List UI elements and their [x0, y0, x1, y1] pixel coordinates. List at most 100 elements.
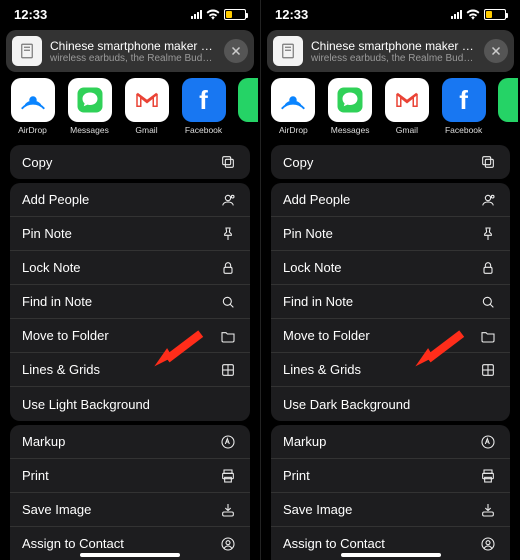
close-button[interactable] [484, 39, 508, 63]
whatsapp-icon [498, 78, 518, 122]
action-lines-grids[interactable]: Lines & Grids [271, 353, 510, 387]
action-lock-note[interactable]: Lock Note [271, 251, 510, 285]
action-label: Assign to Contact [283, 536, 385, 551]
action-pin-note[interactable]: Pin Note [271, 217, 510, 251]
action-markup[interactable]: Markup [10, 425, 250, 459]
action-label: Lock Note [22, 260, 81, 275]
share-target-whatsapp[interactable] [498, 78, 518, 135]
action-label: Lock Note [283, 260, 342, 275]
action-pin-note[interactable]: Pin Note [10, 217, 250, 251]
status-bar: 12:33 [0, 0, 260, 28]
folder-icon [218, 328, 238, 344]
grid-icon [478, 362, 498, 378]
share-target-facebook[interactable]: fFacebook [441, 78, 486, 135]
battery-icon [484, 9, 506, 20]
home-indicator[interactable] [341, 553, 441, 557]
share-target-label: Gmail [135, 125, 157, 135]
markup-icon [478, 434, 498, 450]
gmail-icon [385, 78, 429, 122]
wifi-icon [466, 9, 480, 20]
share-target-label: Gmail [396, 125, 418, 135]
share-targets-row: AirDrop Messages Gmail fFacebook [0, 78, 260, 141]
action-group-0: Copy [271, 145, 510, 179]
print-icon [218, 468, 238, 484]
action-copy[interactable]: Copy [10, 145, 250, 179]
share-target-label: AirDrop [279, 125, 308, 135]
action-label: Find in Note [283, 294, 353, 309]
action-label: Copy [283, 155, 313, 170]
share-target-whatsapp[interactable] [238, 78, 258, 135]
contact-icon [478, 536, 498, 552]
messages-icon [68, 78, 112, 122]
share-target-facebook[interactable]: fFacebook [181, 78, 226, 135]
share-title: Chinese smartphone maker Realme wi… [50, 39, 216, 53]
action-lines-grids[interactable]: Lines & Grids [10, 353, 250, 387]
actions-scroll[interactable]: Copy Add People Pin Note Lock Note Find in N… [261, 141, 520, 560]
action-label: Add People [22, 192, 89, 207]
share-header: Chinese smartphone maker Realme wi…wirel… [6, 30, 254, 72]
share-target-messages[interactable]: Messages [328, 78, 373, 135]
pin-icon [218, 226, 238, 242]
close-button[interactable] [224, 39, 248, 63]
contact-icon [218, 536, 238, 552]
action-lock-note[interactable]: Lock Note [10, 251, 250, 285]
lock-icon [478, 260, 498, 276]
people-icon [478, 192, 498, 208]
share-targets-row: AirDrop Messages Gmail fFacebook [261, 78, 520, 141]
action-label: Save Image [22, 502, 91, 517]
action-label: Move to Folder [283, 328, 370, 343]
gmail-icon [125, 78, 169, 122]
action-move-to-folder[interactable]: Move to Folder [10, 319, 250, 353]
action-find-in-note[interactable]: Find in Note [10, 285, 250, 319]
actions-scroll[interactable]: Copy Add People Pin Note Lock Note Find in N… [0, 141, 260, 560]
action-label: Pin Note [283, 226, 333, 241]
share-target-gmail[interactable]: Gmail [385, 78, 430, 135]
facebook-icon: f [442, 78, 486, 122]
action-label: Copy [22, 155, 52, 170]
action-add-people[interactable]: Add People [271, 183, 510, 217]
share-target-airdrop[interactable]: AirDrop [271, 78, 316, 135]
copy-icon [478, 154, 498, 170]
search-icon [218, 294, 238, 310]
home-indicator[interactable] [80, 553, 180, 557]
action-label: Print [283, 468, 310, 483]
action-label: Add People [283, 192, 350, 207]
people-icon [218, 192, 238, 208]
action-use-dark-background[interactable]: Use Dark Background [271, 387, 510, 421]
share-header: Chinese smartphone maker Realme wi…wirel… [267, 30, 514, 72]
action-add-people[interactable]: Add People [10, 183, 250, 217]
action-group-1: Add People Pin Note Lock Note Find in NoteM… [10, 183, 250, 421]
share-target-label: Facebook [185, 125, 222, 135]
share-target-label: AirDrop [18, 125, 47, 135]
airdrop-icon [271, 78, 315, 122]
action-move-to-folder[interactable]: Move to Folder [271, 319, 510, 353]
messages-icon [328, 78, 372, 122]
action-print[interactable]: Print [10, 459, 250, 493]
action-copy[interactable]: Copy [271, 145, 510, 179]
share-target-label: Messages [331, 125, 370, 135]
whatsapp-icon [238, 78, 258, 122]
action-group-2: MarkupPrintSave ImageAssign to ContactSa… [271, 425, 510, 560]
action-group-1: Add People Pin Note Lock Note Find in Note M… [271, 183, 510, 421]
action-group-2: MarkupPrintSave ImageAssign to ContactSa… [10, 425, 250, 560]
action-use-light-background[interactable]: Use Light Background [10, 387, 250, 421]
share-subtitle: wireless earbuds, the Realme Buds Air, o… [311, 53, 476, 64]
grid-icon [218, 362, 238, 378]
action-label: Save Image [283, 502, 352, 517]
share-target-messages[interactable]: Messages [67, 78, 112, 135]
action-save-image[interactable]: Save Image [10, 493, 250, 527]
download-icon [478, 502, 498, 518]
lock-icon [218, 260, 238, 276]
action-markup[interactable]: Markup [271, 425, 510, 459]
action-label: Lines & Grids [283, 362, 361, 377]
share-target-gmail[interactable]: Gmail [124, 78, 169, 135]
share-target-airdrop[interactable]: AirDrop [10, 78, 55, 135]
note-thumbnail [12, 36, 42, 66]
action-label: Assign to Contact [22, 536, 124, 551]
share-title: Chinese smartphone maker Realme wi… [311, 39, 476, 53]
action-find-in-note[interactable]: Find in Note [271, 285, 510, 319]
action-save-image[interactable]: Save Image [271, 493, 510, 527]
action-print[interactable]: Print [271, 459, 510, 493]
phone-right: 12:33Chinese smartphone maker Realme wi…… [260, 0, 520, 560]
print-icon [478, 468, 498, 484]
